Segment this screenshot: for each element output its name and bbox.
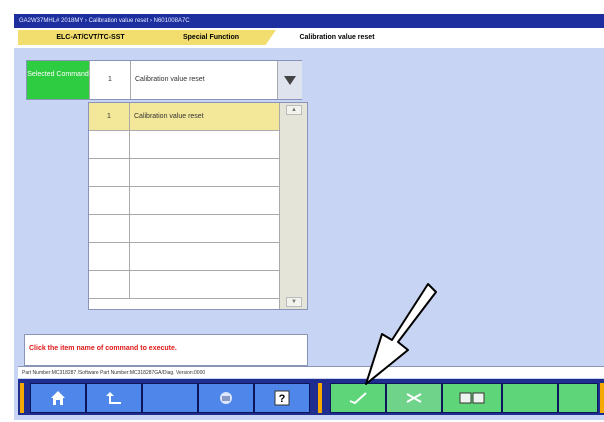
selected-command-box: Selected Command 1 Calibration value res… <box>26 60 302 100</box>
part-number-bar: Part Number:MC318287 /Software Part Numb… <box>18 366 604 378</box>
list-item-number <box>89 271 130 299</box>
message-box: Click the item name of command to execut… <box>24 334 308 366</box>
back-icon <box>106 392 121 404</box>
list-item-number: 1 <box>89 103 130 131</box>
scroll-up-icon[interactable]: ▲ <box>286 105 302 115</box>
list-item[interactable] <box>89 271 279 299</box>
list-item-name[interactable] <box>130 187 283 215</box>
toolbar-separator <box>20 383 24 413</box>
list-item[interactable] <box>89 243 279 271</box>
empty-toolbar-button[interactable] <box>142 383 198 413</box>
breadcrumb-tabs: ELC-AT/CVT/TC-SST Special Function Calib… <box>14 28 604 48</box>
tab-elc-at[interactable]: ELC-AT/CVT/TC-SST <box>18 30 163 45</box>
bottom-toolbar: ? <box>18 379 604 415</box>
list-item-number <box>89 159 130 187</box>
help-icon: ? <box>274 390 290 406</box>
list-item-number <box>89 131 130 159</box>
tab-calibration-value-reset: Calibration value reset <box>272 30 402 45</box>
list-item-name[interactable] <box>130 131 283 159</box>
title-bar: GA2W37MHL# 2018MY › Calibration value re… <box>14 14 604 28</box>
pointer-arrow-icon <box>365 283 437 385</box>
command-list: 1 Calibration value reset ▲ ▼ <box>88 102 308 310</box>
list-item[interactable] <box>89 131 279 159</box>
help-button[interactable]: ? <box>254 383 310 413</box>
selected-command-number: 1 <box>89 61 130 99</box>
selected-command-badge: Selected Command <box>27 61 89 99</box>
list-scrollbar[interactable]: ▲ ▼ <box>279 103 307 309</box>
list-item-name[interactable] <box>130 271 283 299</box>
home-icon <box>51 391 65 405</box>
home-button[interactable] <box>30 383 86 413</box>
list-item-name[interactable] <box>130 243 283 271</box>
empty-toolbar-button[interactable] <box>558 383 598 413</box>
list-item[interactable] <box>89 215 279 243</box>
scroll-down-icon[interactable]: ▼ <box>286 297 302 307</box>
selected-command-name: Calibration value reset <box>130 61 275 99</box>
toolbar-separator <box>318 383 322 413</box>
data-list-icon <box>459 392 485 404</box>
app-window: GA2W37MHL# 2018MY › Calibration value re… <box>14 14 604 420</box>
empty-toolbar-button[interactable] <box>502 383 558 413</box>
svg-text:?: ? <box>279 393 286 405</box>
list-item-name[interactable] <box>130 215 283 243</box>
back-button[interactable] <box>86 383 142 413</box>
list-item[interactable] <box>89 187 279 215</box>
toolbar-separator <box>600 383 604 413</box>
list-item[interactable] <box>89 159 279 187</box>
instruction-message: Click the item name of command to execut… <box>29 345 177 352</box>
list-item-number <box>89 215 130 243</box>
execute-check-icon <box>349 392 367 405</box>
list-item-number <box>89 187 130 215</box>
list-item[interactable]: 1 Calibration value reset <box>89 103 279 131</box>
tab-special-function[interactable]: Special Function <box>146 30 276 45</box>
cancel-icon <box>406 393 422 403</box>
dropdown-button[interactable] <box>277 61 302 99</box>
list-item-name[interactable]: Calibration value reset <box>130 103 283 131</box>
chevron-down-icon <box>284 76 296 85</box>
data-list-button[interactable] <box>442 383 502 413</box>
print-icon <box>220 392 232 404</box>
list-item-name[interactable] <box>130 159 283 187</box>
list-item-number <box>89 243 130 271</box>
print-button[interactable] <box>198 383 254 413</box>
